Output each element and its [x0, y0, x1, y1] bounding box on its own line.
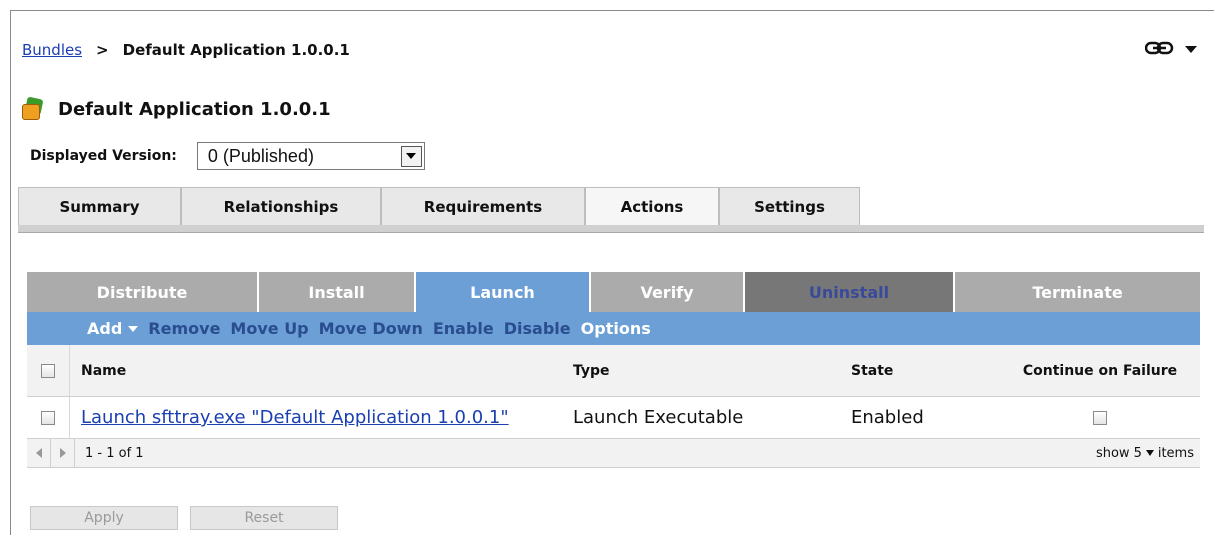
- version-value: 0 (Published): [207, 145, 314, 166]
- main-tabs: Summary Relationships Requirements Actio…: [18, 187, 860, 225]
- previous-page-icon[interactable]: [27, 438, 51, 468]
- move-down-button[interactable]: Move Down: [319, 319, 423, 338]
- action-tab-verify[interactable]: Verify: [591, 272, 745, 312]
- bundle-icon: [22, 96, 48, 122]
- header-actions: [1144, 40, 1197, 59]
- remove-button[interactable]: Remove: [148, 319, 220, 338]
- table-row: Launch sfttray.exe "Default Application …: [27, 397, 1200, 439]
- column-state: State: [851, 362, 894, 379]
- action-type-tabs: Distribute Install Launch Verify Uninsta…: [27, 272, 1200, 312]
- items-label: items: [1157, 445, 1194, 461]
- action-tab-uninstall[interactable]: Uninstall: [745, 272, 955, 312]
- breadcrumb-bundles-link[interactable]: Bundles: [22, 41, 82, 59]
- link-icon[interactable]: [1144, 40, 1175, 59]
- page-title: Default Application 1.0.0.1: [22, 96, 331, 122]
- disable-button[interactable]: Disable: [504, 319, 571, 338]
- row-type: Launch Executable: [573, 407, 744, 428]
- breadcrumb: Bundles > Default Application 1.0.0.1: [22, 38, 350, 62]
- action-tab-install[interactable]: Install: [259, 272, 416, 312]
- version-selector: Displayed Version: 0 (Published): [30, 142, 425, 170]
- row-select-checkbox[interactable]: [41, 410, 55, 425]
- pagination-bar: 1 - 1 of 1 show 5 items: [27, 438, 1200, 468]
- column-type: Type: [573, 362, 610, 379]
- form-buttons: Apply Reset: [30, 506, 338, 530]
- options-button[interactable]: Options: [581, 319, 651, 338]
- add-menu-button[interactable]: Add: [87, 319, 139, 338]
- action-tab-distribute[interactable]: Distribute: [27, 272, 259, 312]
- page-size-dropdown[interactable]: 5: [1134, 446, 1154, 461]
- page-size-control: show 5 items: [1096, 446, 1194, 461]
- breadcrumb-separator: >: [96, 41, 109, 59]
- row-state: Enabled: [851, 407, 924, 428]
- tab-actions[interactable]: Actions: [585, 187, 719, 225]
- breadcrumb-current: Default Application 1.0.0.1: [122, 41, 350, 59]
- actions-table: Name Type State Continue on Failure Laun…: [27, 345, 1200, 468]
- action-tab-terminate[interactable]: Terminate: [955, 272, 1200, 312]
- tab-relationships[interactable]: Relationships: [181, 187, 381, 225]
- enable-button[interactable]: Enable: [433, 319, 494, 338]
- row-name-cell: Launch sfttray.exe "Default Application …: [69, 397, 573, 438]
- action-toolbar: Add Remove Move Up Move Down Enable Disa…: [27, 312, 1200, 345]
- chevron-down-icon: [1145, 450, 1154, 456]
- version-dropdown[interactable]: 0 (Published): [196, 142, 425, 170]
- reset-button[interactable]: Reset: [190, 506, 338, 530]
- column-name: Name: [69, 345, 573, 396]
- show-label: show: [1095, 445, 1130, 461]
- action-tab-launch[interactable]: Launch: [416, 272, 591, 312]
- tab-settings[interactable]: Settings: [719, 187, 860, 225]
- action-name-link[interactable]: Launch sfttray.exe "Default Application …: [81, 407, 509, 428]
- version-label: Displayed Version:: [30, 148, 177, 164]
- apply-button[interactable]: Apply: [30, 506, 178, 530]
- continue-on-failure-checkbox[interactable]: [1093, 410, 1107, 425]
- add-dropdown-icon: [128, 325, 139, 332]
- tab-requirements[interactable]: Requirements: [381, 187, 585, 225]
- column-continue-on-failure: Continue on Failure: [1022, 362, 1178, 379]
- table-header: Name Type State Continue on Failure: [27, 345, 1200, 397]
- select-all-checkbox[interactable]: [41, 363, 55, 378]
- dropdown-arrow-icon[interactable]: [400, 145, 422, 167]
- page-range: 1 - 1 of 1: [85, 445, 144, 461]
- chevron-down-icon[interactable]: [1185, 46, 1197, 53]
- add-label: Add: [87, 319, 123, 338]
- page-title-text: Default Application 1.0.0.1: [58, 98, 331, 120]
- move-up-button[interactable]: Move Up: [230, 319, 308, 338]
- tab-bar-underline: [18, 225, 1204, 233]
- next-page-icon[interactable]: [51, 438, 75, 468]
- tab-summary[interactable]: Summary: [18, 187, 181, 225]
